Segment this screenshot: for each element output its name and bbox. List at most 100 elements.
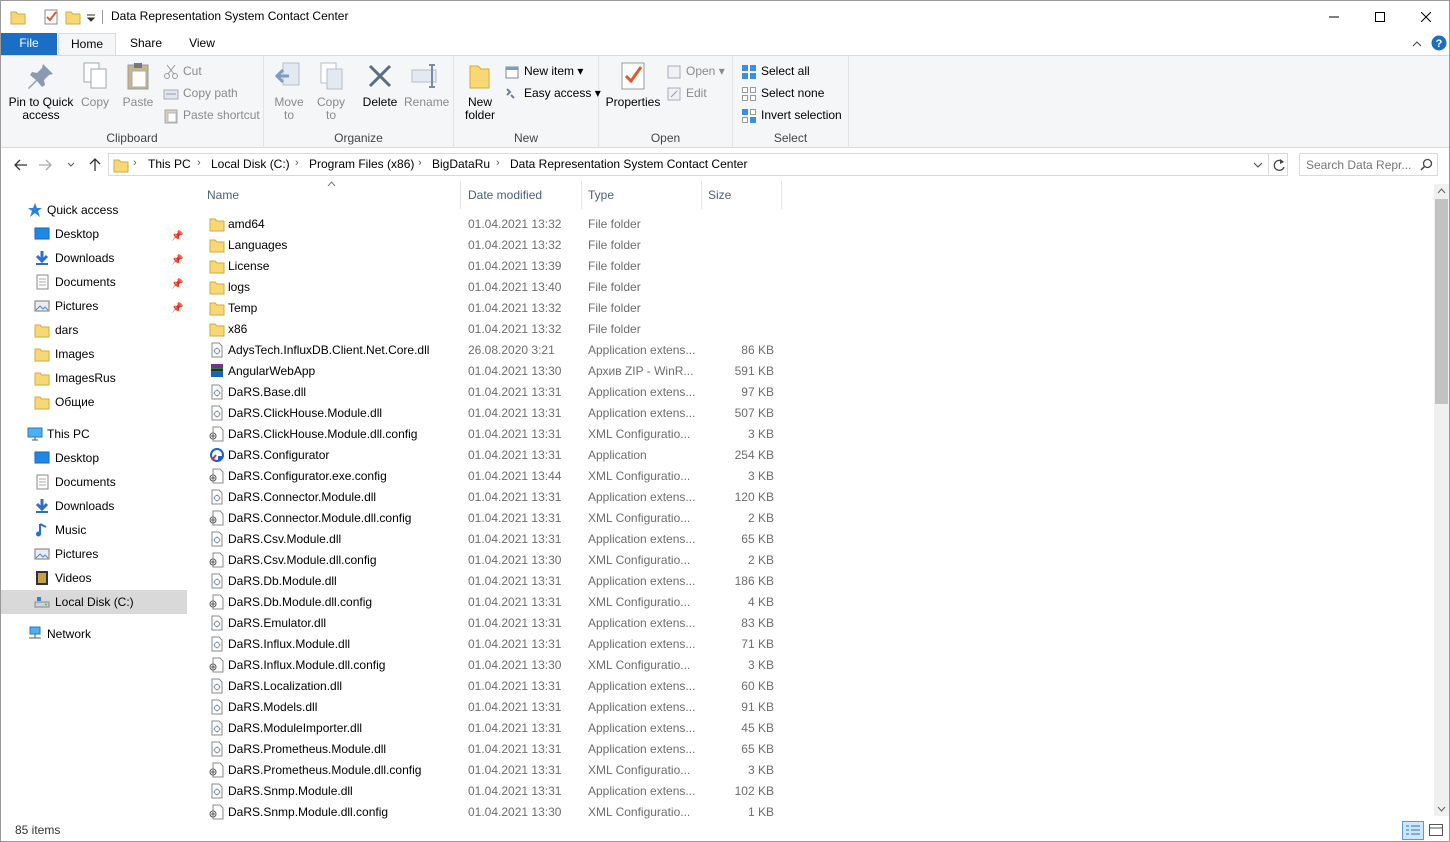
easy-access-button[interactable]: Easy access ▾ <box>504 84 601 104</box>
table-row[interactable]: DaRS.Csv.Module.dll 01.04.2021 13:31 Appli… <box>197 529 787 550</box>
nav-qa-downloads[interactable]: Downloads 📌 <box>1 246 187 270</box>
search-box[interactable] <box>1299 153 1438 176</box>
breadcrumb-local-disk[interactable]: Local Disk (C:) <box>211 157 290 171</box>
forward-button[interactable] <box>35 155 55 175</box>
nav-pc-music[interactable]: Music <box>1 518 187 542</box>
table-row[interactable]: DaRS.Influx.Module.dll 01.04.2021 13:31 Ap… <box>197 634 787 655</box>
table-row[interactable]: DaRS.Snmp.Module.dll 01.04.2021 13:31 Appl… <box>197 781 787 802</box>
column-divider[interactable] <box>581 181 582 209</box>
table-row[interactable]: DaRS.Prometheus.Module.dll.config 01.04.2… <box>197 760 787 781</box>
breadcrumb-program-files[interactable]: Program Files (x86) <box>309 157 414 171</box>
pin-quick-access-button[interactable]: Pin to Quick access <box>6 60 76 122</box>
help-icon[interactable]: ? <box>1431 35 1447 51</box>
scrollbar-thumb[interactable] <box>1435 199 1448 404</box>
pin-icon[interactable]: 📌 <box>171 274 183 296</box>
minimize-button[interactable] <box>1311 1 1357 32</box>
maximize-button[interactable] <box>1357 1 1403 32</box>
new-folder-button[interactable]: New folder <box>460 60 500 122</box>
back-button[interactable] <box>11 155 31 175</box>
nav-qa-desktop[interactable]: Desktop 📌 <box>1 222 187 246</box>
nav-qa-documents[interactable]: Documents 📌 <box>1 270 187 294</box>
table-row[interactable]: DaRS.Configurator 01.04.2021 13:31 Applica… <box>197 445 787 466</box>
nav-qa-imagesrus[interactable]: ImagesRus <box>1 366 187 390</box>
large-icons-view-button[interactable] <box>1426 821 1448 840</box>
table-row[interactable]: License 01.04.2021 13:39 File folder <box>197 256 787 277</box>
column-header-type[interactable]: Type <box>588 181 698 211</box>
table-row[interactable]: DaRS.Csv.Module.dll.config 01.04.2021 13:… <box>197 550 787 571</box>
search-icon[interactable] <box>1420 158 1433 171</box>
select-all-button[interactable]: Select all <box>741 62 810 82</box>
table-row[interactable]: DaRS.ClickHouse.Module.dll.config 01.04.2… <box>197 424 787 445</box>
table-row[interactable]: DaRS.Models.dll 01.04.2021 13:31 Applicati… <box>197 697 787 718</box>
table-row[interactable]: amd64 01.04.2021 13:32 File folder <box>197 214 787 235</box>
search-input[interactable] <box>1306 157 1416 172</box>
nav-network[interactable]: Network <box>1 622 187 646</box>
copy-to-button[interactable]: Copy to <box>314 60 348 122</box>
table-row[interactable]: x86 01.04.2021 13:32 File folder <box>197 319 787 340</box>
scroll-down-icon[interactable] <box>1437 806 1446 812</box>
paste-button[interactable]: Paste <box>119 60 157 109</box>
column-divider[interactable] <box>460 181 461 209</box>
column-header-name[interactable]: Name <box>207 181 457 211</box>
column-divider[interactable] <box>781 181 782 209</box>
scroll-up-icon[interactable] <box>1437 188 1446 194</box>
column-header-date[interactable]: Date modified <box>468 181 578 211</box>
table-row[interactable]: Temp 01.04.2021 13:32 File folder <box>197 298 787 319</box>
nav-pc-pictures[interactable]: Pictures <box>1 542 187 566</box>
table-row[interactable]: DaRS.Emulator.dll 01.04.2021 13:31 Applica… <box>197 613 787 634</box>
nav-pc-local-disk[interactable]: Local Disk (C:) <box>1 590 187 614</box>
breadcrumb-this-pc[interactable]: This PC <box>148 157 191 171</box>
breadcrumb-bigdataru[interactable]: BigDataRu <box>432 157 490 171</box>
tab-home[interactable]: Home <box>58 33 116 55</box>
column-header-size[interactable]: Size <box>708 181 778 211</box>
invert-selection-button[interactable]: Invert selection <box>741 106 842 126</box>
table-row[interactable]: DaRS.Configurator.exe.config 01.04.2021 1… <box>197 466 787 487</box>
properties-icon[interactable] <box>43 8 59 26</box>
new-item-button[interactable]: New item ▾ <box>504 62 583 82</box>
address-bar[interactable]: › This PC › Local Disk (C:) › Program Fi… <box>108 153 1288 176</box>
nav-pc-videos[interactable]: Videos <box>1 566 187 590</box>
table-row[interactable]: DaRS.Influx.Module.dll.config 01.04.2021 … <box>197 655 787 676</box>
nav-qa-pictures[interactable]: Pictures 📌 <box>1 294 187 318</box>
paste-shortcut-button[interactable]: Paste shortcut <box>163 106 260 126</box>
nav-pc-documents[interactable]: Documents <box>1 470 187 494</box>
nav-pc-desktop[interactable]: Desktop <box>1 446 187 470</box>
table-row[interactable]: DaRS.Db.Module.dll.config 01.04.2021 13:3… <box>197 592 787 613</box>
properties-button[interactable]: Properties <box>605 60 661 109</box>
nav-pc-downloads[interactable]: Downloads <box>1 494 187 518</box>
table-row[interactable]: DaRS.Base.dll 01.04.2021 13:31 Application… <box>197 382 787 403</box>
column-divider[interactable] <box>701 181 702 209</box>
details-view-button[interactable] <box>1402 821 1424 840</box>
table-row[interactable]: AngularWebApp 01.04.2021 13:30 Архив ZIP -… <box>197 361 787 382</box>
delete-button[interactable]: Delete <box>360 60 400 109</box>
table-row[interactable]: AdysTech.InfluxDB.Client.Net.Core.dll 26.… <box>197 340 787 361</box>
nav-qa-shared[interactable]: Общие <box>1 390 187 414</box>
customize-qat-icon[interactable] <box>86 8 96 26</box>
nav-this-pc[interactable]: This PC <box>1 422 187 446</box>
open-button[interactable]: Open ▾ <box>666 62 725 82</box>
table-row[interactable]: DaRS.ModuleImporter.dll 01.04.2021 13:31 A… <box>197 718 787 739</box>
recent-locations-button[interactable] <box>65 155 77 175</box>
table-row[interactable]: DaRS.Connector.Module.dll.config 01.04.20… <box>197 508 787 529</box>
tab-view[interactable]: View <box>183 33 221 55</box>
table-row[interactable]: logs 01.04.2021 13:40 File folder <box>197 277 787 298</box>
copy-button[interactable]: Copy <box>78 60 112 109</box>
table-row[interactable]: DaRS.Localization.dll 01.04.2021 13:31 App… <box>197 676 787 697</box>
new-folder-icon[interactable] <box>65 8 81 26</box>
table-row[interactable]: DaRS.Db.Module.dll 01.04.2021 13:31 Applic… <box>197 571 787 592</box>
table-row[interactable]: Languages 01.04.2021 13:32 File folder <box>197 235 787 256</box>
up-button[interactable] <box>85 155 105 175</box>
close-button[interactable] <box>1403 1 1449 32</box>
move-to-button[interactable]: Move to <box>272 60 306 122</box>
tab-file[interactable]: File <box>1 33 57 55</box>
edit-button[interactable]: Edit <box>666 84 707 104</box>
nav-qa-dars[interactable]: dars <box>1 318 187 342</box>
table-row[interactable]: DaRS.Connector.Module.dll 01.04.2021 13:3… <box>197 487 787 508</box>
breadcrumb-current-folder[interactable]: Data Representation System Contact Cente… <box>510 157 747 171</box>
pin-icon[interactable]: 📌 <box>171 226 183 248</box>
copy-path-button[interactable]: Copy path <box>163 84 238 104</box>
tab-share[interactable]: Share <box>127 33 165 55</box>
pin-icon[interactable]: 📌 <box>171 250 183 272</box>
nav-quick-access[interactable]: Quick access <box>1 198 187 222</box>
table-row[interactable]: DaRS.Prometheus.Module.dll 01.04.2021 13:… <box>197 739 787 760</box>
